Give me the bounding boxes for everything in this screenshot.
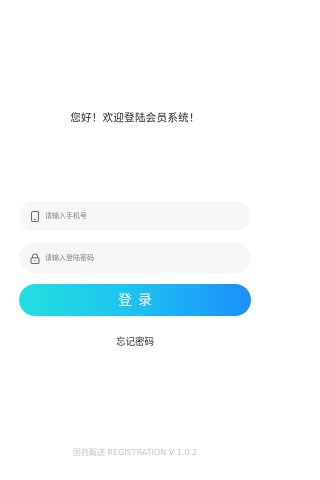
version-footer: 国药甄选 REGISTRATION V 1.0.2 bbox=[72, 448, 198, 457]
welcome-message: 您好！欢迎登陆会员系统！ bbox=[70, 112, 200, 124]
lock-icon bbox=[29, 251, 41, 265]
phone-input[interactable] bbox=[45, 212, 235, 220]
login-button[interactable]: 登录 bbox=[19, 284, 251, 316]
phone-icon bbox=[29, 209, 41, 223]
password-field[interactable] bbox=[19, 243, 251, 273]
password-input[interactable] bbox=[45, 254, 235, 262]
phone-field[interactable] bbox=[19, 201, 251, 231]
forgot-password-link[interactable]: 忘记密码 bbox=[116, 337, 154, 348]
login-page: 您好！欢迎登陆会员系统！ 登录 忘记密码 国药甄选 REGISTRATION V… bbox=[0, 0, 270, 480]
forgot-password-row: 忘记密码 bbox=[0, 334, 270, 348]
